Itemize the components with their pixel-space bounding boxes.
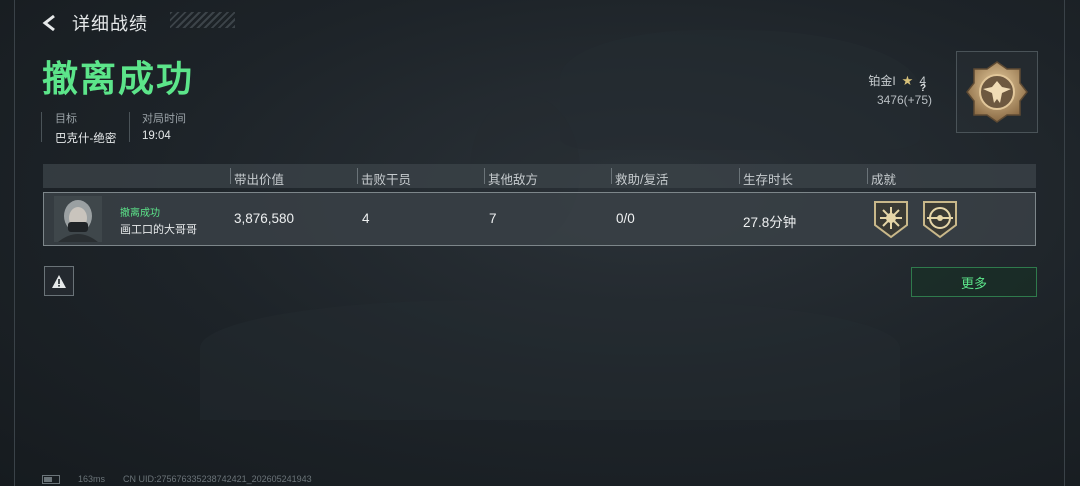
column-separator: [739, 168, 740, 184]
sunburst-badge-icon[interactable]: [872, 199, 910, 239]
extraction-result-title: 撤离成功: [42, 58, 195, 99]
column-separator: [867, 168, 868, 184]
column-achievements: 成就: [871, 173, 897, 187]
column-kills: 击败干员: [361, 173, 412, 187]
match-target-value: 巴克什-绝密: [55, 133, 117, 145]
column-separator: [484, 168, 485, 184]
column-rescue: 救助/复活: [615, 173, 669, 187]
info-divider: [41, 112, 42, 142]
survival-time: 27.8分钟: [743, 215, 797, 230]
rescue-revive-count: 0/0: [616, 211, 635, 226]
player-name: 画工口的大哥哥: [120, 224, 197, 236]
battery-icon: [42, 474, 60, 484]
stats-table-header: 带出价值 击败干员 其他敌方 救助/复活 生存时长 成就: [43, 164, 1036, 188]
match-target-label: 目标: [55, 113, 77, 125]
compass-badge-icon[interactable]: [921, 199, 959, 239]
background-silhouette: [200, 300, 900, 420]
frame-border: [14, 0, 15, 486]
rank-score: 3476(+75): [876, 93, 932, 107]
rank-tier: 铂金I: [868, 74, 896, 88]
column-separator: [611, 168, 612, 184]
eagle-medal-icon: [966, 61, 1028, 123]
back-arrow-icon[interactable]: [40, 12, 62, 34]
player-uid: CN UID:275676335238742421_202605241943: [123, 474, 312, 484]
match-target: 目标 巴克什-绝密: [55, 110, 116, 146]
kills-count: 4: [362, 211, 370, 226]
ping-value: 163ms: [78, 474, 106, 484]
column-other-enemies: 其他敌方: [488, 173, 539, 187]
more-button[interactable]: 更多: [911, 267, 1037, 297]
extracted-value: 3,876,580: [234, 211, 295, 226]
info-divider: [129, 112, 130, 142]
other-enemies-count: 7: [489, 211, 497, 226]
player-status: 撤离成功: [120, 208, 160, 219]
match-time-value: 19:04: [142, 130, 171, 142]
column-value: 带出价值: [234, 173, 285, 187]
player-row[interactable]: 撤离成功 画工口的大哥哥 3,876,580 4 7 0/0 27.8分钟: [43, 192, 1036, 246]
header-decoration: [170, 12, 235, 28]
report-button[interactable]: [44, 266, 74, 296]
avatar: [54, 196, 102, 242]
footer: 163ms CN UID:275676335238742421_20260524…: [42, 474, 312, 484]
column-separator: [357, 168, 358, 184]
star-icon: ★: [901, 72, 914, 88]
warning-triangle-icon: [52, 274, 66, 288]
background-silhouette: [560, 30, 920, 150]
header: 详细战绩: [40, 10, 148, 36]
match-time-label: 对局时间: [142, 113, 186, 125]
frame-border: [1064, 0, 1065, 486]
match-time: 对局时间 19:04: [142, 110, 186, 142]
page-title: 详细战绩: [72, 14, 148, 34]
rank-info: 铂金I ★ 4 3476(+75): [868, 72, 950, 108]
rank-badge: [956, 51, 1038, 133]
column-separator: [230, 168, 231, 184]
column-survival: 生存时长: [743, 173, 794, 187]
help-icon[interactable]: ?: [916, 81, 930, 95]
